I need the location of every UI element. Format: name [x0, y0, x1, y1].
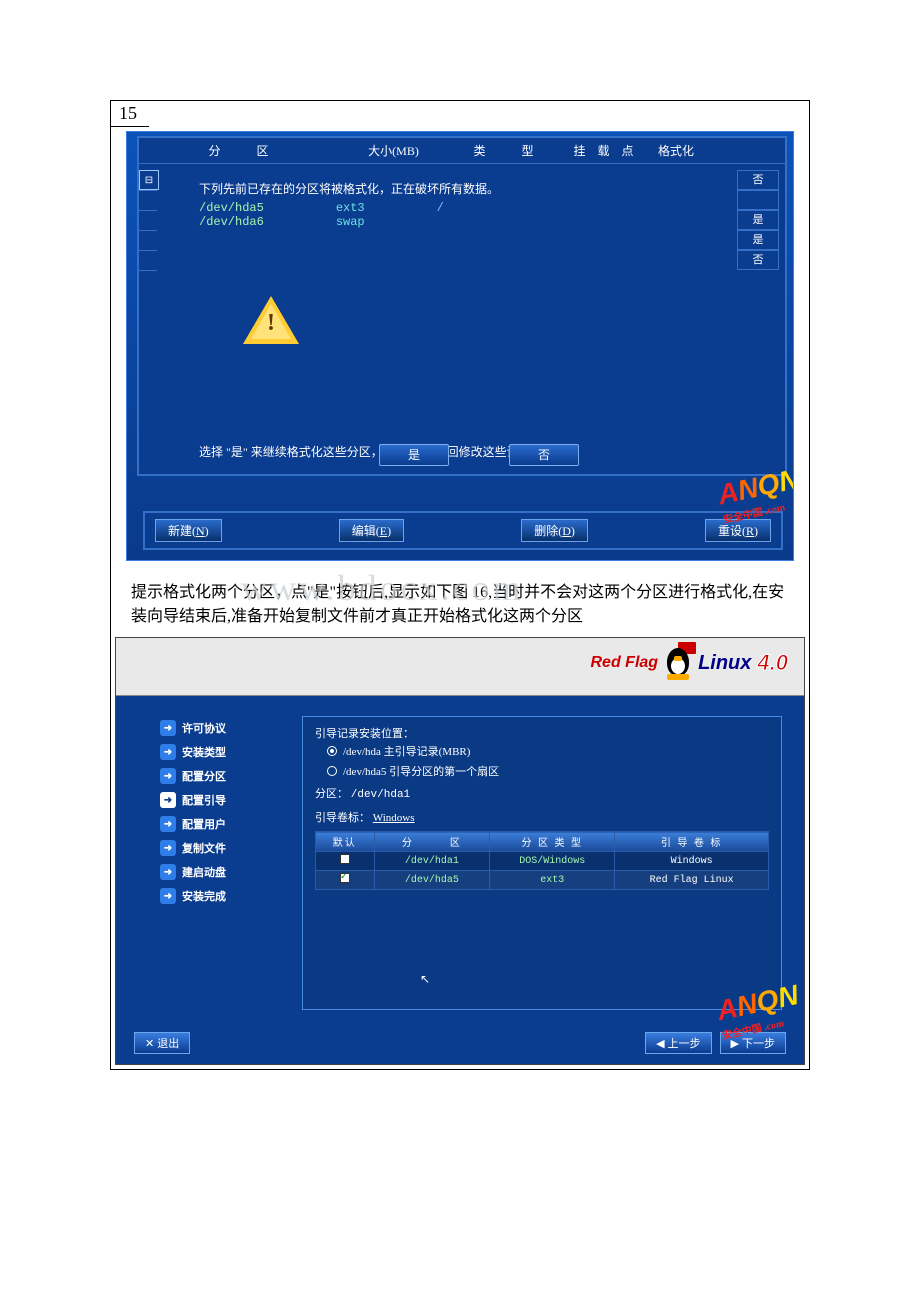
- table-row[interactable]: /dev/hda1 DOS/Windows Windows: [316, 852, 769, 871]
- warning-icon: !: [243, 296, 299, 344]
- boot-location-title: 引导记录安装位置：: [315, 725, 769, 741]
- radio-mbr[interactable]: /dev/hda 主引导记录(MBR): [315, 741, 769, 761]
- boot-entries-table: 默认 分 区 分 区 类 型 引 导 卷 标 /dev/hda1 DOS/Win…: [315, 831, 769, 890]
- edit-button[interactable]: 编辑(E): [339, 519, 404, 542]
- sidebar-item-copyfiles[interactable]: ➜复制文件: [160, 836, 280, 860]
- version-text: 4.0: [757, 650, 788, 676]
- format-column-values: 否 是 是 否: [737, 170, 779, 270]
- redflag-logo-text: Red Flag: [591, 654, 659, 672]
- delete-button[interactable]: 删除(D): [521, 519, 588, 542]
- default-checkbox[interactable]: [340, 873, 350, 883]
- installer-footer: ✕退出 ◀上一步 ▶下一步: [134, 1032, 786, 1054]
- screenshot-bootloader: Red Flag Linux 4.0 ➜许可协议 ➜安装类型: [115, 637, 805, 1065]
- cursor-icon: ↖: [420, 972, 430, 987]
- sidebar-item-partition[interactable]: ➜配置分区: [160, 764, 280, 788]
- yes-button[interactable]: 是: [379, 444, 449, 466]
- sidebar-item-license[interactable]: ➜许可协议: [160, 716, 280, 740]
- radio-firstsector[interactable]: /dev/hda5 引导分区的第一个扇区: [315, 761, 769, 781]
- linux-text: Linux: [698, 652, 751, 675]
- bootloader-config-panel: 引导记录安装位置： /dev/hda 主引导记录(MBR) /dev/hda5 …: [302, 716, 782, 1010]
- dialog-title: 下列先前已存在的分区将被格式化，正在破坏所有数据。: [199, 180, 599, 197]
- penguin-icon: [664, 646, 692, 680]
- format-warning-dialog: 下列先前已存在的分区将被格式化，正在破坏所有数据。 /dev/hda5 ext3…: [199, 180, 599, 460]
- sidebar-item-bootloader[interactable]: ➜配置引导: [160, 788, 280, 812]
- new-button[interactable]: 新建(N): [155, 519, 222, 542]
- sidebar-item-complete[interactable]: ➜安装完成: [160, 884, 280, 908]
- back-button[interactable]: ◀上一步: [645, 1032, 711, 1054]
- tree-collapse-icon[interactable]: ⊟: [139, 170, 159, 190]
- no-button[interactable]: 否: [509, 444, 579, 466]
- screenshot-partition-dialog: 分 区 大小(MB) 类 型 挂 载 点 格式化 ⊟ 否 是 是 否: [126, 131, 794, 561]
- bootlabel-input[interactable]: Windows: [373, 812, 415, 824]
- partition-table-header: 分 区 大小(MB) 类 型 挂 载 点 格式化: [139, 138, 785, 164]
- table-row[interactable]: /dev/hda5 ext3 Red Flag Linux: [316, 871, 769, 890]
- installer-header: Red Flag Linux 4.0: [116, 638, 804, 696]
- default-checkbox[interactable]: [340, 854, 350, 864]
- install-steps-sidebar: ➜许可协议 ➜安装类型 ➜配置分区 ➜配置引导 ➜配置用户 ➜复制文件 ➜建启动…: [160, 716, 280, 1010]
- page-number: 15: [111, 101, 149, 127]
- partition-toolbar: 新建(N) 编辑(E) 删除(D) 重设(R): [143, 511, 783, 550]
- exit-button[interactable]: ✕退出: [134, 1032, 190, 1054]
- tree-collapse-column: ⊟: [139, 170, 161, 294]
- sidebar-item-users[interactable]: ➜配置用户: [160, 812, 280, 836]
- sidebar-item-bootdisk[interactable]: ➜建启动盘: [160, 860, 280, 884]
- sidebar-item-installtype[interactable]: ➜安装类型: [160, 740, 280, 764]
